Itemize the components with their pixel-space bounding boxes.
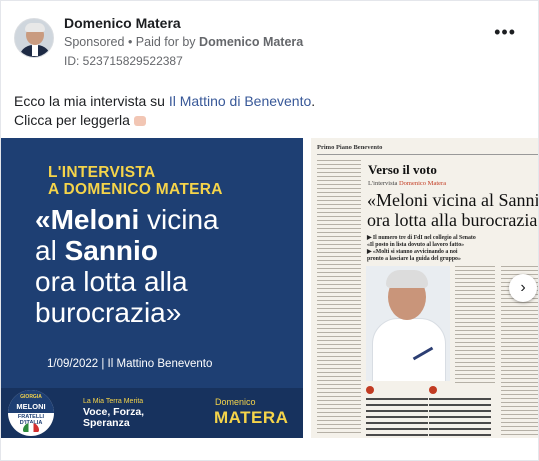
- newspaper-title-line-1: «Meloni vicina al Sannio: [367, 190, 539, 210]
- creative-footer-strip: GIORGIA MELONI FRATELLI D'ITALIA La Mia …: [1, 388, 303, 438]
- carousel-gap: [303, 138, 311, 438]
- avatar-shirt: [32, 44, 38, 56]
- paid-for-name[interactable]: Domenico Matera: [199, 35, 303, 49]
- headline-line-4: burocrazia»: [35, 297, 182, 328]
- photo-hair: [386, 270, 428, 288]
- pull-quote-text: [366, 398, 428, 438]
- author-avatar[interactable]: [14, 18, 54, 58]
- candidate-last-name: MATERA: [214, 408, 289, 427]
- headline-line-3: ora lotta alla: [35, 266, 188, 297]
- lede-line-2: «Il posto in lista dovuto al lavoro fatt…: [367, 242, 464, 248]
- pull-quote-1: [366, 386, 434, 438]
- badge-top-text: GIORGIA: [20, 394, 42, 400]
- tricolor-flame-icon: [23, 423, 39, 432]
- pull-quote-2: [429, 386, 497, 438]
- newspaper-title: «Meloni vicina al Sannio ora lotta alla …: [367, 190, 539, 230]
- newspaper-column-middle: [455, 266, 495, 386]
- newspaper-link[interactable]: Il Mattino di Benevento: [169, 93, 311, 109]
- post-text-suffix: .: [311, 93, 316, 109]
- subkicker-name: Domenico Matera: [398, 180, 447, 187]
- kicker-line-1: L'INTERVISTA: [48, 164, 156, 181]
- lede-line-1: ▶ Il numero tre di FdI nel collegio al S…: [367, 235, 476, 241]
- pointing-hand-icon: [133, 116, 146, 127]
- newspaper-section: Primo Piano Benevento: [317, 144, 383, 151]
- kicker-line-2: A DOMENICO MATERA: [48, 181, 223, 198]
- quote-mark-icon: [366, 386, 374, 394]
- headline-quote-open: «: [35, 204, 51, 235]
- creative-date: 1/09/2022 | Il Mattino Benevento: [47, 358, 213, 370]
- headline-line-2: al Sannio: [35, 235, 295, 266]
- slogan-big-line-2: Speranza: [83, 417, 130, 429]
- lede-line-4: pronto a lasciare la guida del gruppo»: [367, 256, 461, 262]
- sponsored-post-card: Domenico Matera Sponsored • Paid for by …: [0, 0, 539, 461]
- paid-for-prefix: • Paid for by: [127, 35, 196, 49]
- badge-name: MELONI: [16, 402, 46, 411]
- post-text-line-2: Clicca per leggerla: [14, 112, 146, 128]
- newspaper-lede: ▶ Il numero tre di FdI nel collegio al S…: [367, 235, 476, 263]
- carousel-card-interview[interactable]: L'INTERVISTA A DOMENICO MATERA «Meloni v…: [1, 138, 303, 438]
- sponsored-label: Sponsored: [64, 35, 125, 49]
- headline-al: al: [35, 235, 65, 266]
- slogan-big: Voce, Forza, Speranza: [83, 407, 144, 429]
- headline-sannio: Sannio: [64, 235, 158, 266]
- newspaper-rule: [317, 154, 538, 155]
- newspaper-subkicker: L'intervista Domenico Matera: [368, 180, 446, 187]
- headline-meloni: Meloni: [50, 204, 140, 235]
- quote-mark-icon: [429, 386, 437, 394]
- slogan-small: La Mia Terra Merita: [83, 398, 144, 405]
- newspaper-column-left: [317, 160, 361, 435]
- candidate-first-name: Domenico: [215, 397, 256, 407]
- headline-vicina: vicina: [139, 204, 219, 235]
- carousel-card-newspaper[interactable]: Primo Piano Benevento Verso il voto L'in…: [311, 138, 539, 438]
- headline-line-1: «Meloni vicina: [35, 204, 295, 235]
- post-text-line-1: Ecco la mia intervista su Il Mattino di …: [14, 93, 315, 109]
- newspaper-title-line-2: ora lotta alla burocrazia»: [367, 210, 539, 230]
- creative-kicker: L'INTERVISTA A DOMENICO MATERA: [48, 164, 223, 198]
- more-options-icon[interactable]: •••: [494, 23, 516, 41]
- avatar-hair: [25, 23, 45, 32]
- newspaper-photo: [366, 266, 450, 381]
- ad-id: ID: 523715829522387: [64, 54, 183, 68]
- photo-body: [372, 318, 446, 381]
- creative-headline: «Meloni vicina al Sannio ora lotta alla …: [35, 204, 295, 328]
- fdi-logo-icon: GIORGIA MELONI FRATELLI D'ITALIA: [8, 390, 54, 436]
- subkicker-prefix: L'intervista: [368, 180, 399, 187]
- post-text-cta: Clicca per leggerla: [14, 112, 130, 128]
- lede-line-3: ▶ «Molti si stanno avvicinando a noi: [367, 249, 458, 255]
- sponsored-line: Sponsored • Paid for by Domenico Matera: [64, 35, 303, 49]
- post-text-prefix: Ecco la mia intervista su: [14, 93, 169, 109]
- author-name[interactable]: Domenico Matera: [64, 15, 181, 31]
- pull-quote-text: [429, 398, 491, 438]
- newspaper-kicker: Verso il voto: [368, 162, 437, 177]
- carousel-next-button[interactable]: ›: [509, 274, 537, 302]
